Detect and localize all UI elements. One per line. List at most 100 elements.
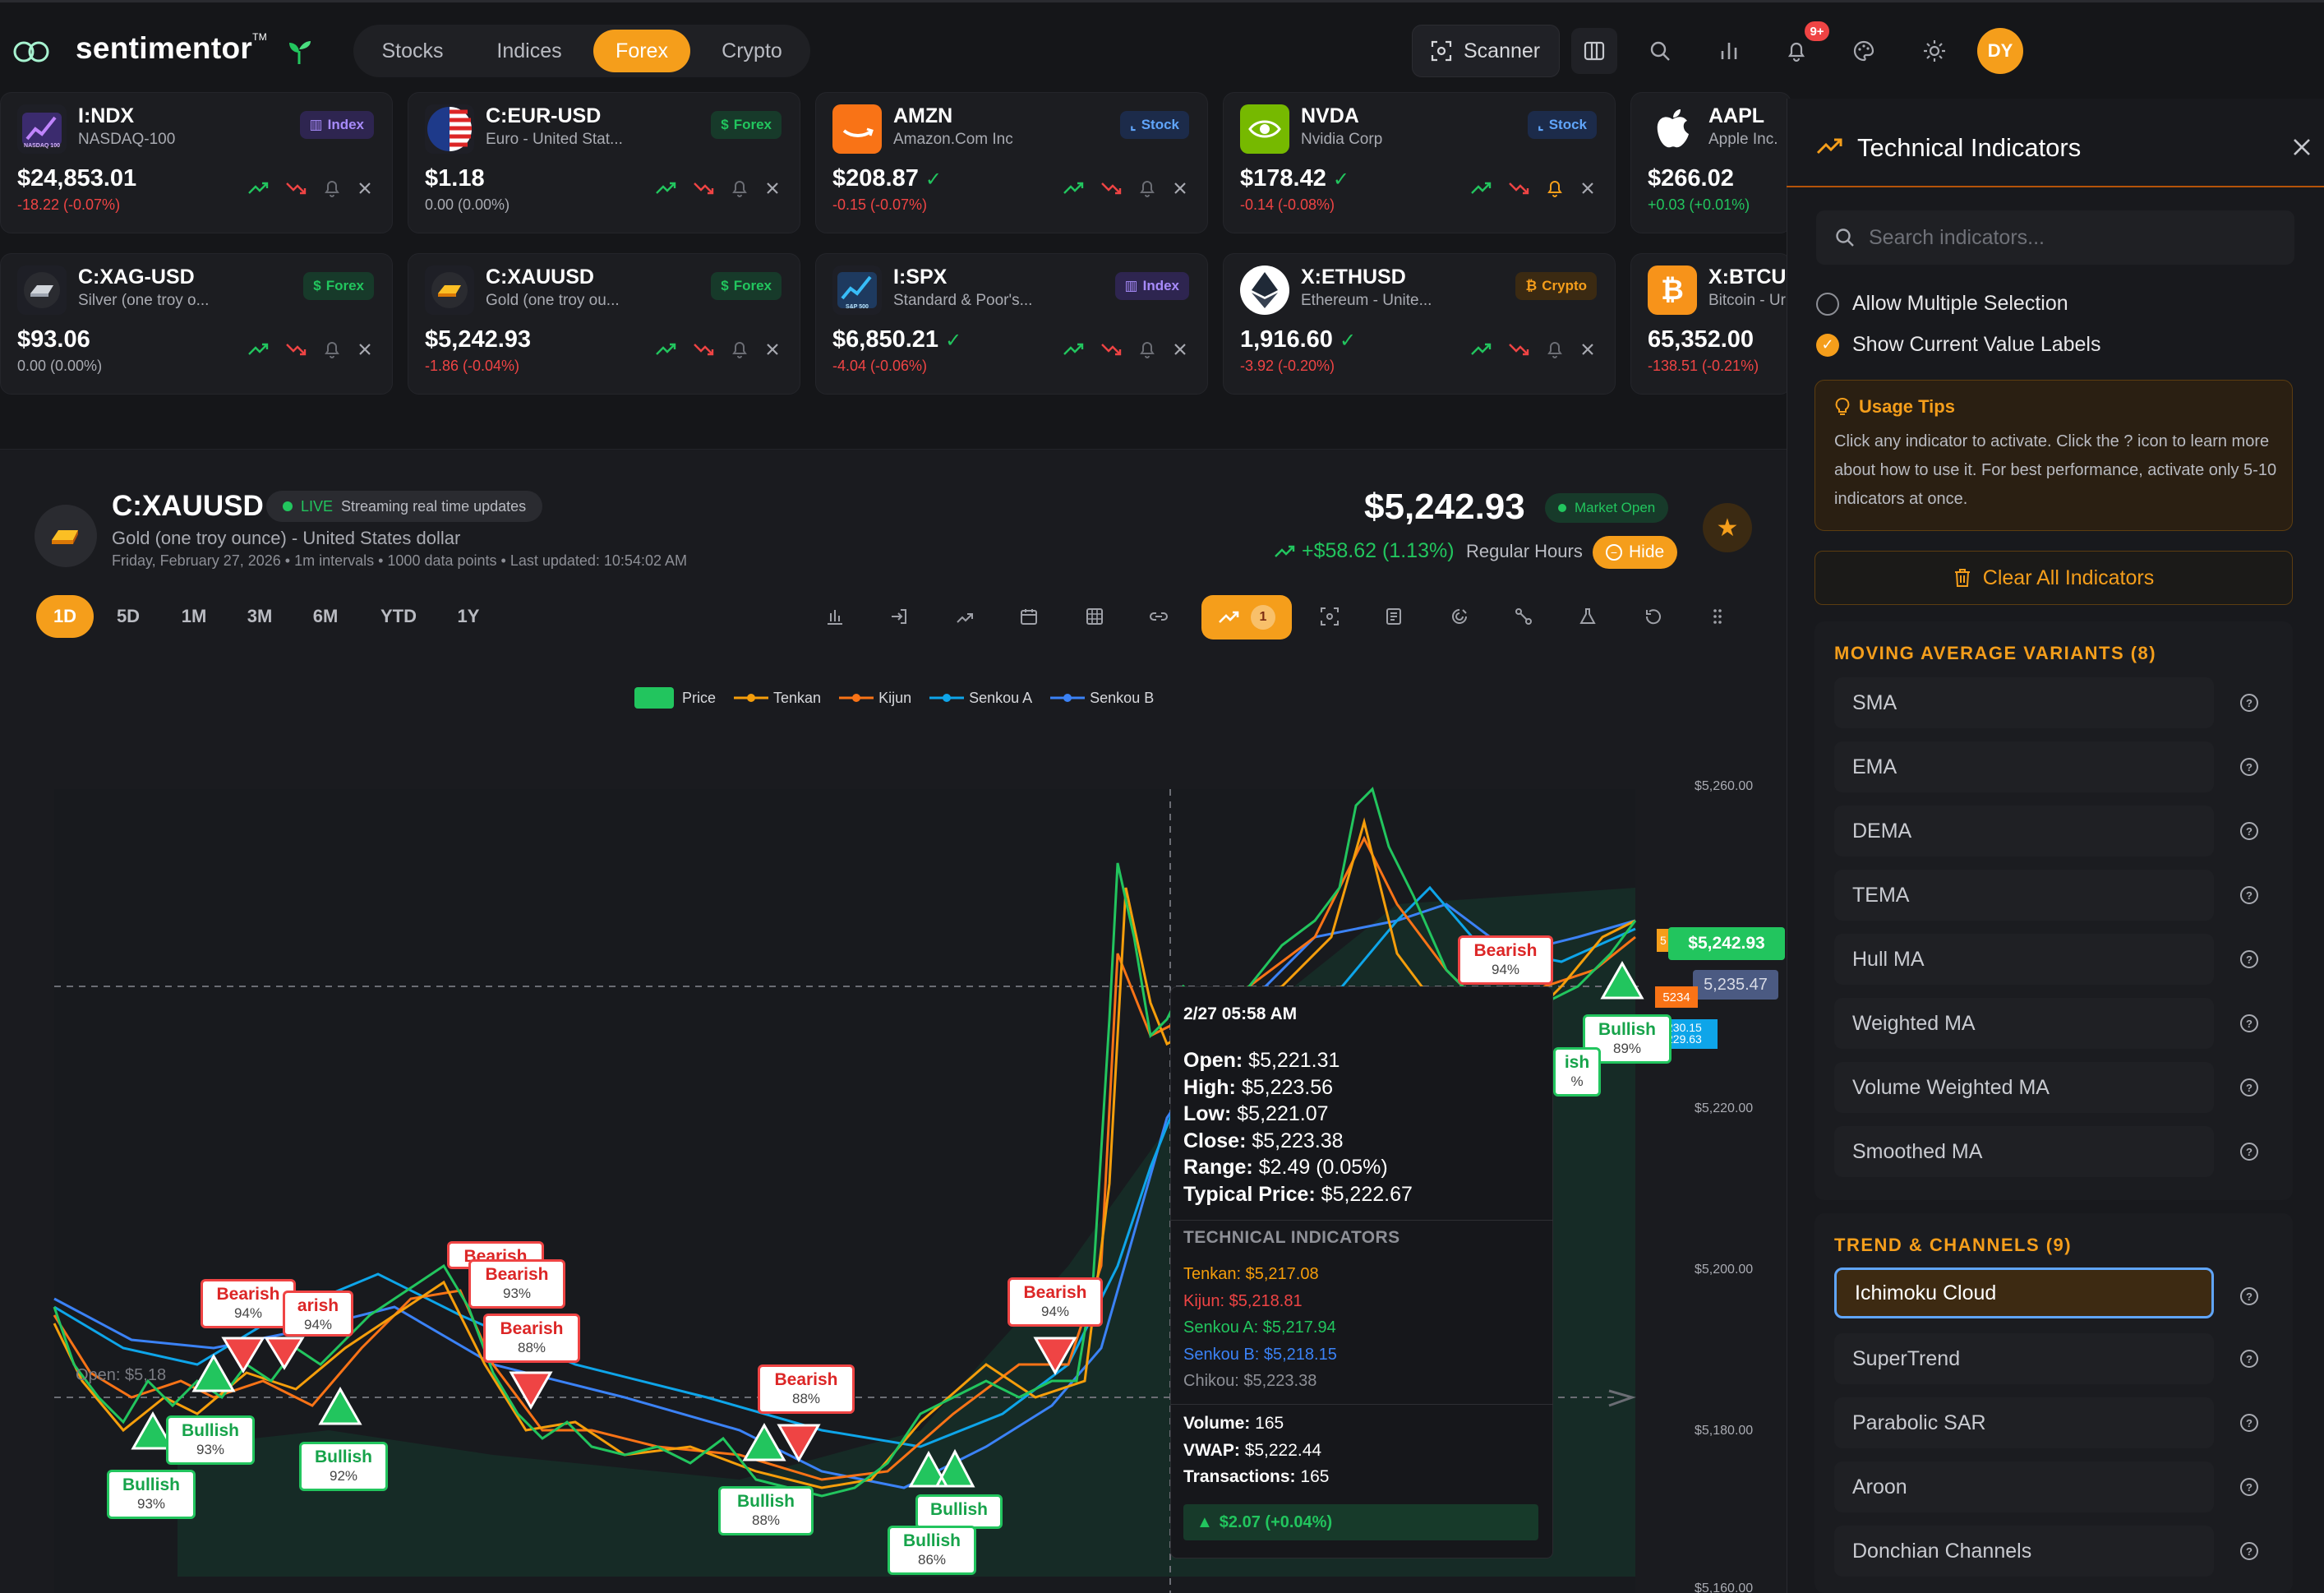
bell-active-icon[interactable]	[1546, 178, 1564, 198]
ticker-card-ethusd[interactable]: X:ETHUSD Ethereum - Unite... ₿ Crypto 1,9…	[1223, 253, 1616, 395]
ticker-card-spx[interactable]: S&P 500 I:SPX Standard & Poor's... ▥ Inde…	[815, 253, 1208, 395]
ticker-card-xauusd[interactable]: C:XAUUSD Gold (one troy ou... $ Forex $5,…	[408, 253, 800, 395]
legend-kijun[interactable]: Kijun	[839, 690, 911, 707]
legend-tenkan[interactable]: Tenkan	[734, 690, 821, 707]
ticker-card-aapl[interactable]: AAPL Apple Inc. $266.02 +0.03 (+0.01%)	[1630, 92, 1791, 233]
layout-columns-button[interactable]	[1571, 28, 1617, 74]
theme-palette-button[interactable]	[1841, 28, 1887, 74]
ai-tool[interactable]	[1443, 600, 1476, 633]
help-icon[interactable]: ?	[2240, 1287, 2258, 1305]
user-avatar[interactable]: DY	[1977, 28, 2023, 74]
help-icon[interactable]: ?	[2240, 1143, 2258, 1161]
ticker-card-amzn[interactable]: AMZN Amazon.Com Inc ⌞ Stock $208.87 ✓ -0.…	[815, 92, 1208, 233]
indicator-ichimoku-cloud[interactable]: Ichimoku Cloud	[1834, 1267, 2214, 1318]
help-icon[interactable]: ?	[2240, 1350, 2258, 1368]
indicators-tool-active[interactable]: 1	[1201, 595, 1292, 640]
bullish-signal[interactable]: Bullish 88%	[718, 1486, 814, 1535]
scanner-button[interactable]: Scanner	[1412, 25, 1560, 77]
bearish-signal[interactable]: Bearish 88%	[483, 1314, 580, 1363]
help-icon[interactable]: ?	[2240, 1478, 2258, 1496]
indicator-ema[interactable]: EMA	[1834, 741, 2214, 792]
indicator-tema[interactable]: TEMA	[1834, 870, 2214, 921]
close-icon[interactable]	[765, 181, 780, 196]
hide-button[interactable]: − Hide	[1593, 536, 1678, 569]
help-icon[interactable]: ?	[2240, 1414, 2258, 1432]
trend-up-icon[interactable]	[1063, 342, 1084, 357]
trend-up-icon[interactable]	[655, 181, 676, 196]
indicator-aroon[interactable]: Aroon	[1834, 1461, 2214, 1512]
compare-tool[interactable]	[883, 600, 915, 633]
bullish-signal[interactable]: Bullish 93%	[107, 1470, 196, 1519]
connect-tool[interactable]	[1507, 600, 1540, 633]
ticker-card-xag-usd[interactable]: C:XAG-USD Silver (one troy o... $ Forex $…	[0, 253, 393, 395]
help-icon[interactable]: ?	[2240, 950, 2258, 968]
close-icon[interactable]	[1580, 342, 1595, 357]
indicator-search-input[interactable]: Search indicators...	[1816, 210, 2294, 265]
analytics-button[interactable]	[1706, 28, 1752, 74]
help-icon[interactable]: ?	[2240, 1014, 2258, 1032]
bearish-signal[interactable]: arish 94%	[283, 1291, 353, 1337]
close-icon[interactable]	[1580, 181, 1595, 196]
calendar-tool[interactable]	[1012, 600, 1045, 633]
timeframe-1y[interactable]: 1Y	[444, 595, 493, 638]
tab-indices[interactable]: Indices	[472, 30, 587, 72]
bell-icon[interactable]	[1138, 339, 1156, 359]
indicator-donchian-channels[interactable]: Donchian Channels	[1834, 1526, 2214, 1577]
close-icon[interactable]	[1173, 342, 1187, 357]
timeframe-6m[interactable]: 6M	[301, 595, 350, 638]
legend-senkou-b[interactable]: Senkou B	[1050, 690, 1154, 707]
indicator-volume-weighted-ma[interactable]: Volume Weighted MA	[1834, 1062, 2214, 1113]
more-tool[interactable]	[1701, 600, 1734, 633]
help-icon[interactable]: ?	[2240, 822, 2258, 840]
trend-down-icon[interactable]	[693, 181, 714, 196]
indicator-parabolic-sar[interactable]: Parabolic SAR	[1834, 1397, 2214, 1448]
indicator-weighted-ma[interactable]: Weighted MA	[1834, 998, 2214, 1049]
trend-up-icon[interactable]	[1470, 181, 1492, 196]
ticker-card-ndx[interactable]: NASDAQ 100 I:NDX NASDAQ-100 ▥ Index $24,8…	[0, 92, 393, 233]
allow-multiple-toggle[interactable]: Allow Multiple Selection	[1816, 292, 2068, 316]
bell-icon[interactable]	[731, 178, 749, 198]
help-icon[interactable]: ?	[2240, 886, 2258, 904]
indicator-hull-ma[interactable]: Hull MA	[1834, 934, 2214, 985]
trend-up-icon[interactable]	[1470, 342, 1492, 357]
close-icon[interactable]	[2291, 136, 2312, 158]
bearish-signal[interactable]: Bearish 88%	[758, 1364, 855, 1414]
trend-down-icon[interactable]	[693, 342, 714, 357]
indicator-smoothed-ma[interactable]: Smoothed MA	[1834, 1126, 2214, 1177]
show-labels-toggle[interactable]: ✓ Show Current Value Labels	[1816, 333, 2101, 357]
bell-icon[interactable]	[323, 178, 341, 198]
legend-price[interactable]: Price	[634, 687, 716, 709]
bullish-signal[interactable]: Bullish	[915, 1494, 1003, 1529]
trend-down-icon[interactable]	[1100, 181, 1122, 196]
scan-tool[interactable]	[1313, 600, 1346, 633]
link-tool[interactable]	[1142, 600, 1175, 633]
brand-name[interactable]: sentimentorTM	[76, 31, 267, 66]
ticker-card-nvda[interactable]: NVDA Nvidia Corp ⌞ Stock $178.42 ✓ -0.14 …	[1223, 92, 1616, 233]
timeframe-3m[interactable]: 3M	[235, 595, 284, 638]
trend-down-icon[interactable]	[1100, 342, 1122, 357]
timeframe-1m[interactable]: 1M	[169, 595, 219, 638]
indicator-sma[interactable]: SMA	[1834, 677, 2214, 728]
lab-tool[interactable]	[1571, 600, 1604, 633]
trend-tool[interactable]	[948, 600, 981, 633]
indicator-dema[interactable]: DEMA	[1834, 806, 2214, 857]
legend-senkou-a[interactable]: Senkou A	[929, 690, 1032, 707]
timeframe-1d[interactable]: 1D	[36, 595, 94, 638]
bell-icon[interactable]	[731, 339, 749, 359]
ticker-card-btcusd[interactable]: ₿ X:BTCU Bitcoin - Ur 65,352.00 -138.51 …	[1630, 253, 1791, 395]
bearish-signal[interactable]: Bearish 94%	[1458, 935, 1553, 985]
clear-all-indicators-button[interactable]: Clear All Indicators	[1814, 551, 2293, 605]
ticker-card-eur-usd[interactable]: C:EUR-USD Euro - United Stat... $ Forex $…	[408, 92, 800, 233]
close-icon[interactable]	[1173, 181, 1187, 196]
help-icon[interactable]: ?	[2240, 758, 2258, 776]
bullish-signal[interactable]: ish%	[1553, 1047, 1601, 1097]
reset-tool[interactable]	[1637, 600, 1670, 633]
close-icon[interactable]	[357, 181, 372, 196]
bell-icon[interactable]	[323, 339, 341, 359]
bearish-signal[interactable]: Bearish 94%	[201, 1279, 296, 1328]
tab-forex[interactable]: Forex	[593, 30, 690, 72]
timeframe-ytd[interactable]: YTD	[370, 595, 427, 638]
search-button[interactable]	[1637, 28, 1683, 74]
help-icon[interactable]: ?	[2240, 694, 2258, 712]
favorite-star-icon[interactable]: ★	[1703, 503, 1752, 552]
